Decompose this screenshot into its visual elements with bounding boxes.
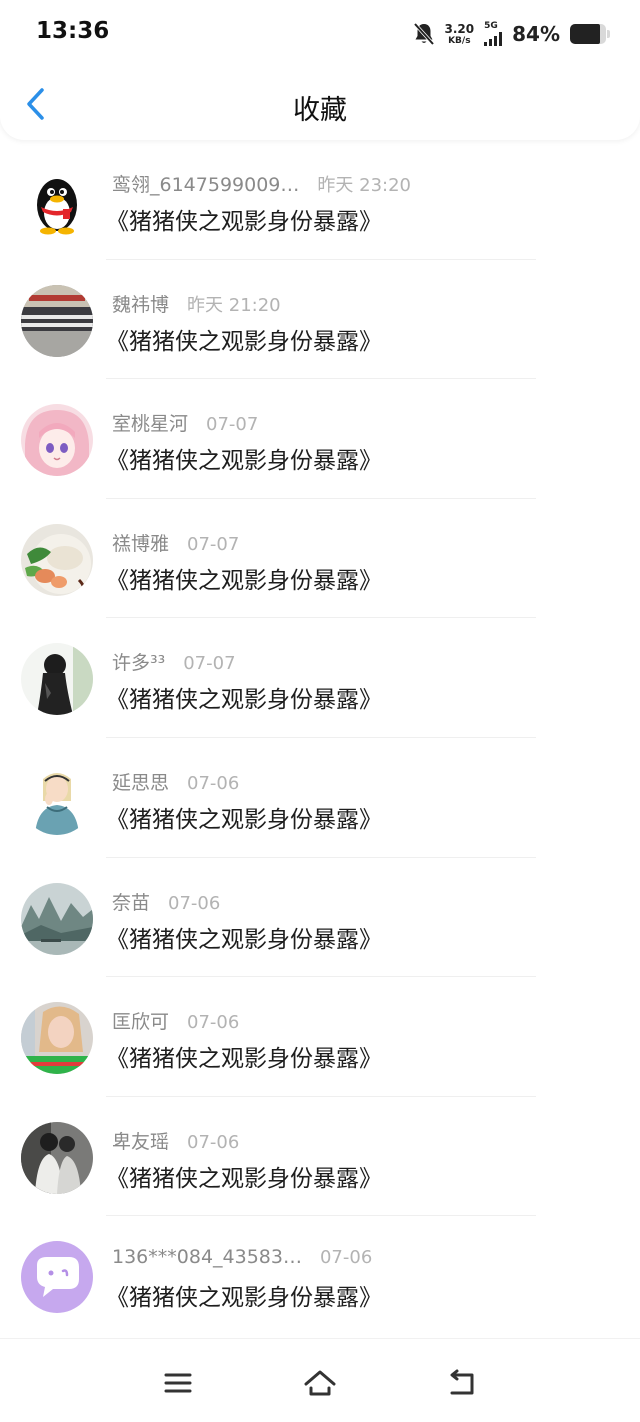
- timestamp: 07-07: [187, 533, 240, 555]
- avatar[interactable]: [21, 404, 93, 477]
- signal-icon: 5G: [484, 21, 503, 46]
- sender-name: 许多³³: [112, 652, 166, 675]
- favorite-title: 《猪猪侠之观影身份暴露》: [106, 328, 382, 355]
- timestamp: 07-06: [319, 1247, 373, 1269]
- avatar[interactable]: [21, 1002, 93, 1075]
- avatar[interactable]: [21, 284, 93, 357]
- home-button[interactable]: [300, 1367, 340, 1399]
- favorite-title: 《猪猪侠之观影身份暴露》: [106, 448, 382, 475]
- list-item[interactable]: 卑友瑶 07-06 《猪猪侠之观影身份暴露》: [0, 1097, 640, 1217]
- net-speed-unit: KB/s: [448, 35, 471, 46]
- avatar[interactable]: [21, 523, 93, 596]
- back-nav-button[interactable]: [442, 1367, 482, 1399]
- avatar[interactable]: [21, 1121, 93, 1194]
- favorite-title: 《猪猪侠之观影身份暴露》: [106, 1285, 382, 1312]
- list-item[interactable]: 室桃星河 07-07 《猪猪侠之观影身份暴露》: [0, 379, 640, 499]
- page-title: 收藏: [293, 95, 347, 126]
- status-icons: 3.20 KB/s 5G 84%: [413, 20, 610, 48]
- avatar[interactable]: [21, 165, 93, 237]
- network-type: 5G: [484, 21, 498, 31]
- avatar[interactable]: [21, 762, 93, 835]
- sender-name: 136***084_43583…: [112, 1246, 302, 1269]
- status-bar: 13:36 3.20 KB/s 5G 84%: [0, 0, 640, 66]
- favorite-title: 《猪猪侠之观影身份暴露》: [106, 209, 382, 235]
- net-speed-value: 3.20: [444, 21, 475, 36]
- avatar[interactable]: [21, 1241, 93, 1314]
- bell-muted-icon: [413, 22, 434, 46]
- sender-name: 鸾翎_6147599009…: [112, 174, 300, 196]
- list-item[interactable]: 匡欣可 07-06 《猪猪侠之观影身份暴露》: [0, 977, 640, 1097]
- list-item[interactable]: 鸾翎_6147599009… 昨天 23:20 《猪猪侠之观影身份暴露》: [0, 140, 640, 260]
- sender-name: 奈苗: [112, 891, 151, 914]
- battery-icon: [570, 24, 610, 44]
- timestamp: 07-06: [187, 1131, 240, 1153]
- favorites-list: 鸾翎_6147599009… 昨天 23:20 《猪猪侠之观影身份暴露》 魏祎博…: [0, 140, 640, 1336]
- timestamp: 07-07: [206, 414, 259, 436]
- menu-icon: [164, 1373, 192, 1393]
- list-item[interactable]: 许多³³ 07-07 《猪猪侠之观影身份暴露》: [0, 618, 640, 738]
- favorite-title: 《猪猪侠之观影身份暴露》: [106, 926, 382, 953]
- favorite-title: 《猪猪侠之观影身份暴露》: [106, 806, 382, 833]
- sender-name: 卑友瑶: [112, 1130, 170, 1153]
- status-time: 13:36: [36, 18, 110, 44]
- menu-button[interactable]: [158, 1367, 198, 1399]
- list-item[interactable]: 禚博雅 07-07 《猪猪侠之观影身份暴露》: [0, 499, 640, 619]
- sender-name: 室桃星河: [112, 413, 189, 436]
- back-icon: [450, 1369, 474, 1395]
- favorite-title: 《猪猪侠之观影身份暴露》: [106, 1165, 382, 1192]
- net-speed: 3.20 KB/s: [445, 23, 475, 46]
- top-card: 13:36 3.20 KB/s 5G 84% 收藏: [0, 0, 640, 140]
- header: 收藏: [0, 66, 640, 140]
- timestamp: 昨天 21:20: [187, 294, 281, 316]
- sender-name: 匡欣可: [112, 1011, 170, 1034]
- timestamp: 07-06: [168, 892, 221, 914]
- home-icon: [304, 1370, 336, 1396]
- list-item[interactable]: 延思思 07-06 《猪猪侠之观影身份暴露》: [0, 738, 640, 858]
- timestamp: 昨天 23:20: [317, 175, 411, 196]
- system-nav-bar: [0, 1338, 640, 1422]
- list-item[interactable]: 魏祎博 昨天 21:20 《猪猪侠之观影身份暴露》: [0, 260, 640, 380]
- avatar[interactable]: [21, 882, 93, 955]
- list-item[interactable]: 136***084_43583… 07-06 《猪猪侠之观影身份暴露》: [0, 1216, 640, 1336]
- timestamp: 07-07: [183, 653, 236, 675]
- sender-name: 禚博雅: [112, 532, 170, 555]
- favorite-title: 《猪猪侠之观影身份暴露》: [106, 687, 382, 714]
- sender-name: 延思思: [112, 771, 170, 794]
- list-item[interactable]: 奈苗 07-06 《猪猪侠之观影身份暴露》: [0, 858, 640, 978]
- sender-name: 魏祎博: [112, 293, 170, 316]
- battery-percent: 84%: [512, 22, 560, 46]
- timestamp: 07-06: [187, 1012, 240, 1034]
- avatar[interactable]: [21, 643, 93, 716]
- favorite-title: 《猪猪侠之观影身份暴露》: [106, 567, 382, 594]
- chat-bubble-icon: [21, 1241, 93, 1314]
- favorite-title: 《猪猪侠之观影身份暴露》: [106, 1046, 382, 1073]
- timestamp: 07-06: [187, 772, 240, 794]
